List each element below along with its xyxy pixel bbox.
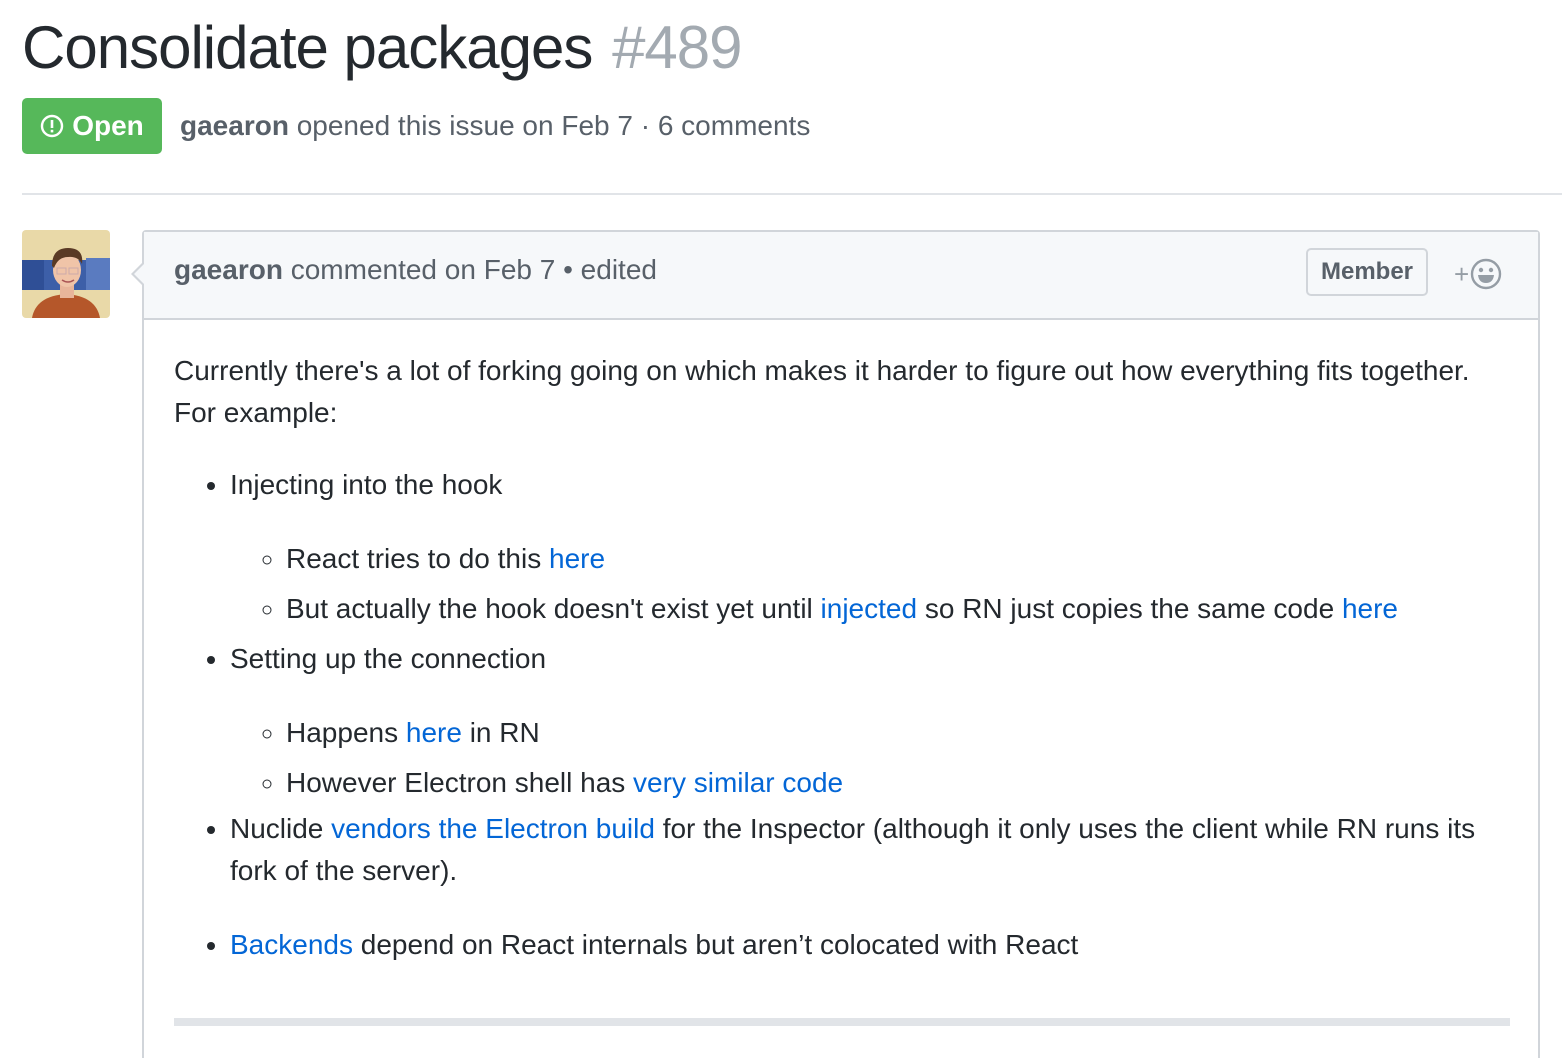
injected-link[interactable]: injected — [821, 593, 918, 624]
list-item-text: Injecting into the hook — [230, 469, 503, 500]
issue-number: #489 — [612, 14, 742, 81]
reaction-plus: + — [1454, 258, 1470, 289]
sub-item-text: React tries to do this — [286, 543, 550, 574]
sub-item-text: Happens — [286, 717, 406, 748]
issue-meta: Open gaearon opened this issue on Feb 7 … — [22, 98, 810, 154]
issue-meta-text: gaearon opened this issue on Feb 7 · 6 c… — [180, 110, 810, 142]
list-item: Nuclide vendors the Electron build for t… — [230, 808, 1484, 892]
comment-header-text: gaearon commented on Feb 7 • edited — [174, 254, 657, 286]
comment-header-details[interactable]: commented on Feb 7 • edited — [283, 254, 657, 285]
list-item-text: depend on React internals but aren’t col… — [352, 929, 1079, 960]
issue-author-link[interactable]: gaearon — [180, 110, 289, 141]
backends-link[interactable]: Backends — [230, 929, 353, 960]
list-item-text: Nuclide — [230, 813, 332, 844]
sub-list-item: React tries to do this here — [286, 538, 1484, 580]
comment-author-link[interactable]: gaearon — [174, 254, 283, 285]
avatar[interactable] — [22, 230, 110, 318]
issue-page: Consolidate packages #489 Open gaearon o… — [0, 0, 1562, 1058]
sub-item-text: But actually the hook doesn't exist yet … — [286, 593, 821, 624]
comment-intro: Currently there's a lot of forking going… — [174, 355, 1470, 428]
list-item: Setting up the connection Happens here i… — [230, 638, 1484, 804]
sub-list-item: However Electron shell has very similar … — [286, 762, 1484, 804]
header-divider — [22, 193, 1562, 195]
issue-meta-details: opened this issue on Feb 7 · 6 comments — [288, 110, 811, 141]
state-badge-open: Open — [22, 98, 162, 154]
electron-code-link[interactable]: very similar code — [633, 767, 843, 798]
issue-title: Consolidate packages #489 — [22, 8, 743, 88]
issue-opened-icon — [41, 114, 64, 138]
sub-list: React tries to do this here But actually… — [230, 538, 1484, 630]
comment-body: Currently there's a lot of forking going… — [174, 350, 1484, 966]
list-item: Injecting into the hook React tries to d… — [230, 464, 1484, 630]
body-separator — [174, 1018, 1510, 1026]
sub-list-item: But actually the hook doesn't exist yet … — [286, 588, 1484, 630]
comment-header: gaearon commented on Feb 7 • edited Memb… — [144, 232, 1538, 320]
rn-connection-link[interactable]: here — [406, 717, 462, 748]
sub-item-text: in RN — [461, 717, 540, 748]
sub-list: Happens here in RN However Electron shel… — [230, 712, 1484, 804]
nuclide-vendors-link[interactable]: vendors the Electron build — [331, 813, 655, 844]
issue-list: Injecting into the hook React tries to d… — [174, 464, 1484, 966]
list-item-text: Setting up the connection — [230, 643, 547, 674]
comment-arrow-inner — [134, 264, 144, 284]
sub-item-text: However Electron shell has — [286, 767, 634, 798]
add-reaction-button[interactable]: + — [1454, 256, 1510, 292]
list-item: Backends depend on React internals but a… — [230, 924, 1484, 966]
member-badge: Member — [1306, 248, 1428, 296]
rn-copy-link[interactable]: here — [1342, 593, 1398, 624]
avatar-image — [22, 230, 110, 318]
smiley-icon — [1470, 258, 1502, 290]
sub-list-item: Happens here in RN — [286, 712, 1484, 754]
issue-title-text: Consolidate packages — [22, 14, 593, 81]
react-hook-link[interactable]: here — [549, 543, 605, 574]
comment-box: gaearon commented on Feb 7 • edited Memb… — [142, 230, 1540, 1058]
sub-item-text: so RN just copies the same code — [917, 593, 1342, 624]
state-label: Open — [72, 110, 144, 141]
